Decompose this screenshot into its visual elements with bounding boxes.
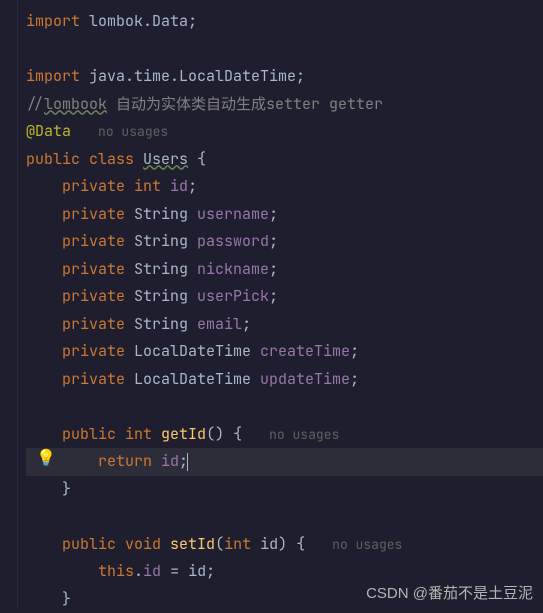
code-line: public class Users { [26, 146, 543, 174]
code-line: private String password; [26, 228, 543, 256]
lightbulb-icon[interactable]: 💡 [36, 447, 56, 468]
code-line: private LocalDateTime updateTime; [26, 366, 543, 394]
code-line: private LocalDateTime createTime; [26, 338, 543, 366]
code-line: private String username; [26, 201, 543, 229]
code-line: import java.time.LocalDateTime; [26, 63, 543, 91]
code-line: private String userPick; [26, 283, 543, 311]
usage-hint: no usages [269, 426, 339, 443]
usage-hint: no usages [98, 123, 168, 140]
code-line: public void setId(int id) { no usages [26, 531, 543, 559]
code-line: private String email; [26, 311, 543, 339]
code-line: import lombok.Data; [26, 8, 543, 36]
code-line [26, 503, 543, 531]
code-line: private int id; [26, 173, 543, 201]
code-line: //lombook 自动为实体类自动生成setter getter [26, 91, 543, 119]
code-line-active: return id; [26, 448, 543, 476]
code-line: @Data no usages [26, 118, 543, 146]
text-cursor [187, 453, 188, 471]
code-line: } [26, 476, 543, 504]
code-line: public int getId() { no usages [26, 421, 543, 449]
usage-hint: no usages [332, 536, 402, 553]
code-area[interactable]: import lombok.Data; import java.time.Loc… [18, 0, 543, 609]
code-line [26, 36, 543, 64]
code-line [26, 393, 543, 421]
code-line: private String nickname; [26, 256, 543, 284]
watermark: CSDN @番茄不是土豆泥 [366, 582, 533, 603]
gutter [0, 0, 18, 609]
code-editor[interactable]: import lombok.Data; import java.time.Loc… [0, 0, 543, 609]
